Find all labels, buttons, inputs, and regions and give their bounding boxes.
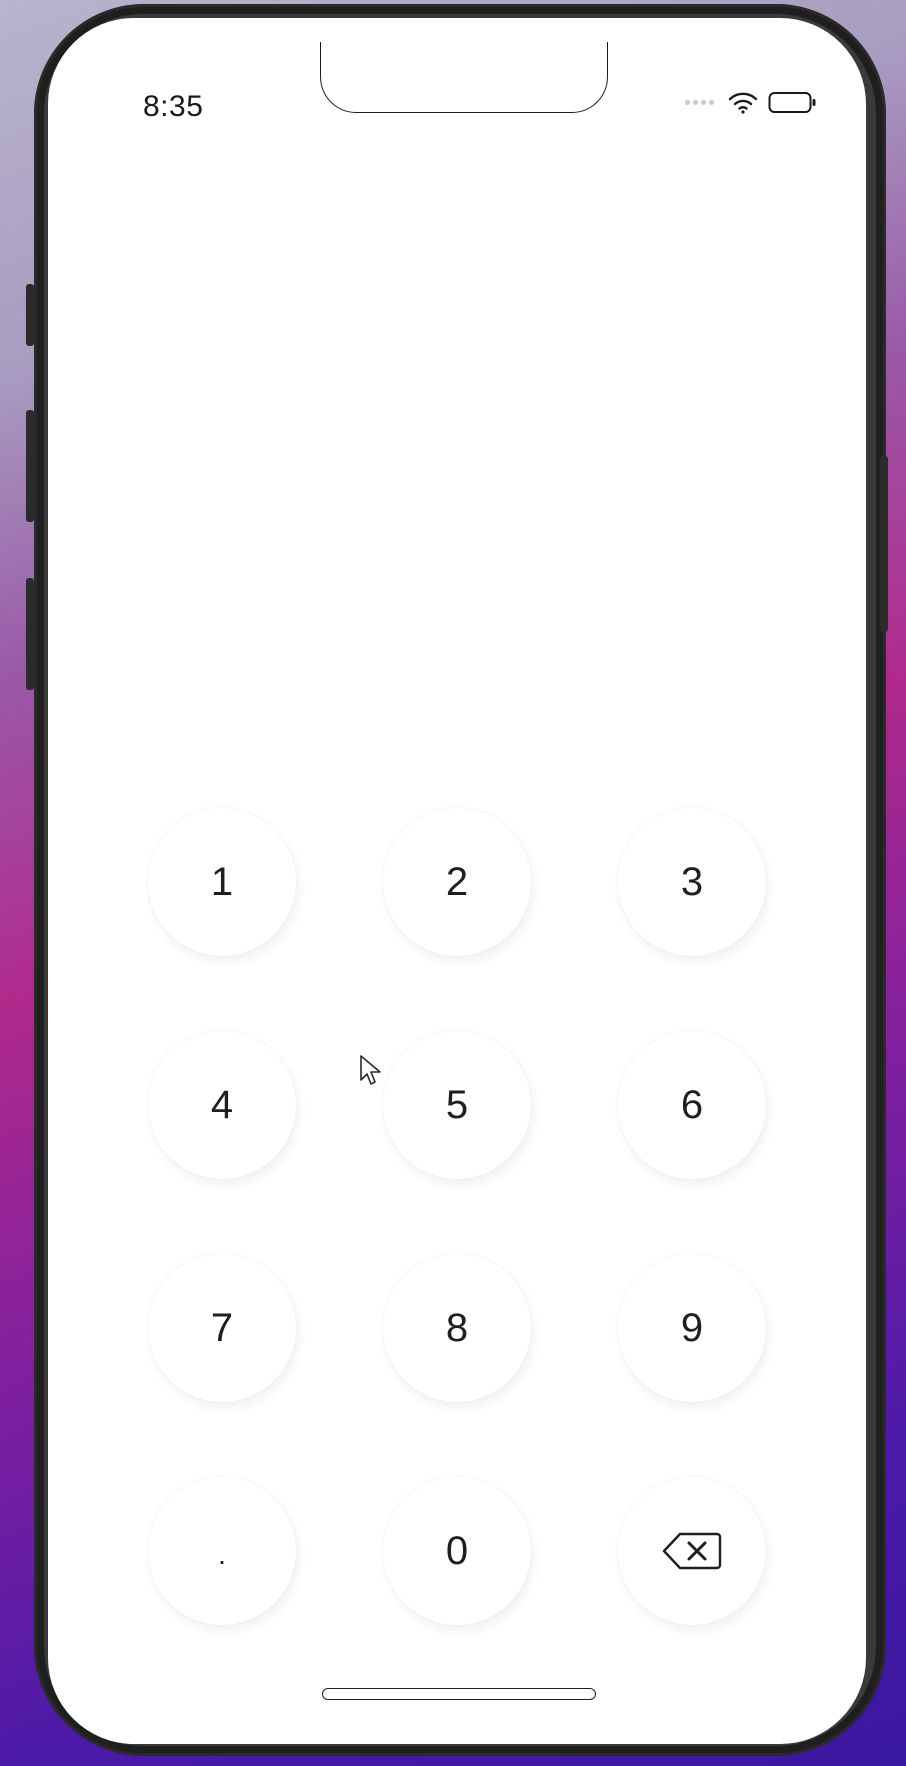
status-time: 8:35 bbox=[143, 90, 204, 123]
key-3[interactable]: 3 bbox=[618, 808, 766, 956]
key-6[interactable]: 6 bbox=[618, 1031, 766, 1179]
key-2-label: 2 bbox=[445, 859, 469, 904]
key-1-label: 1 bbox=[210, 859, 234, 904]
key-backspace[interactable] bbox=[618, 1477, 766, 1625]
mouse-pointer-icon bbox=[360, 1055, 381, 1085]
key-9[interactable]: 9 bbox=[618, 1254, 766, 1402]
home-indicator[interactable] bbox=[322, 1688, 596, 1700]
key-1[interactable]: 1 bbox=[148, 808, 296, 956]
notch bbox=[320, 42, 608, 113]
key-5-label: 5 bbox=[445, 1082, 469, 1127]
key-4-label: 4 bbox=[210, 1082, 234, 1127]
volume-up-button bbox=[26, 410, 34, 522]
signal-icon bbox=[685, 99, 714, 105]
key-decimal[interactable]: . bbox=[148, 1477, 296, 1625]
key-8[interactable]: 8 bbox=[383, 1254, 531, 1402]
status-icons bbox=[685, 82, 818, 122]
key-7[interactable]: 7 bbox=[148, 1254, 296, 1402]
key-8-label: 8 bbox=[445, 1305, 469, 1350]
wifi-icon bbox=[728, 92, 758, 114]
silent-switch bbox=[26, 284, 34, 346]
key-5[interactable]: 5 bbox=[383, 1031, 531, 1179]
battery-icon bbox=[768, 92, 816, 113]
key-decimal-label: . bbox=[218, 1539, 226, 1570]
phone-screen: 8:35 1 2 3 4 5 6 7 8 9 . 0 bbox=[48, 18, 866, 1744]
key-0[interactable]: 0 bbox=[383, 1477, 531, 1625]
key-6-label: 6 bbox=[680, 1082, 704, 1127]
key-0-label: 0 bbox=[445, 1528, 469, 1573]
power-button bbox=[880, 456, 888, 632]
key-9-label: 9 bbox=[680, 1305, 704, 1350]
key-4[interactable]: 4 bbox=[148, 1031, 296, 1179]
delete-left-icon bbox=[662, 1532, 722, 1570]
key-2[interactable]: 2 bbox=[383, 808, 531, 956]
volume-down-button bbox=[26, 578, 34, 690]
key-7-label: 7 bbox=[210, 1305, 234, 1350]
key-3-label: 3 bbox=[680, 859, 704, 904]
